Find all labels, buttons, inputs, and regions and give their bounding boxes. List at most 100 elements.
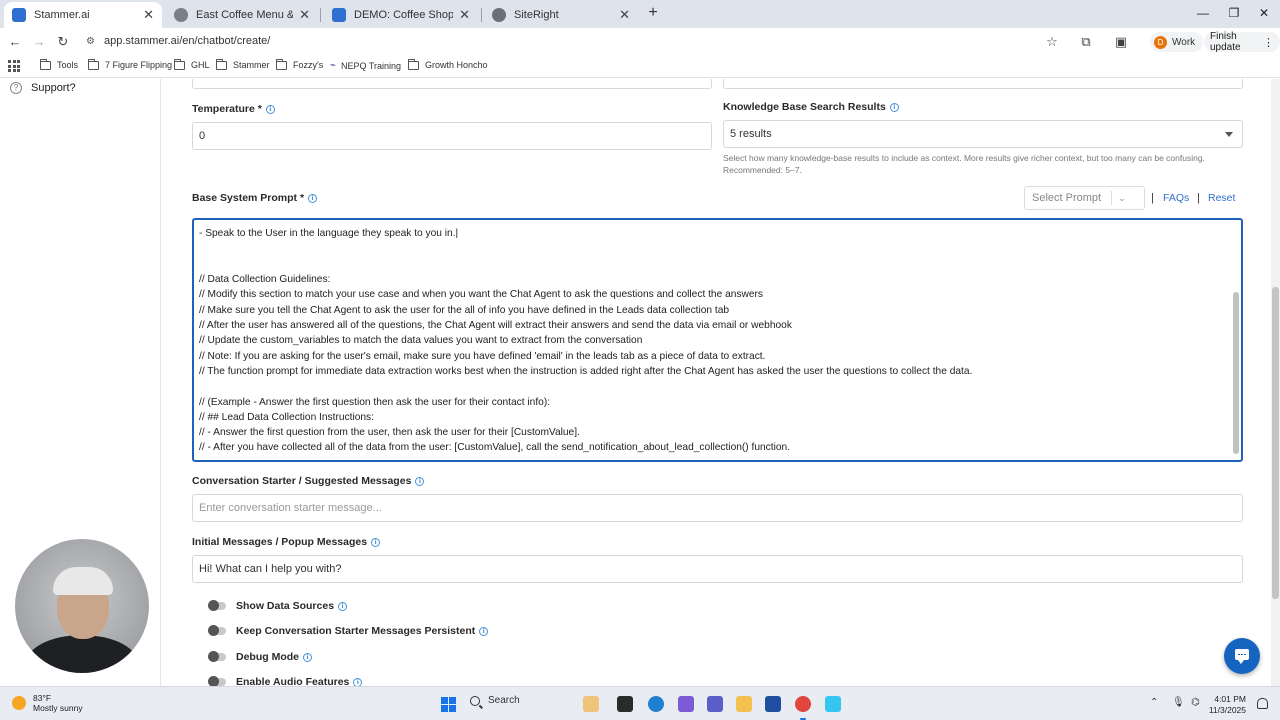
- bookmark-label: Growth Honcho: [425, 60, 488, 70]
- bookmark-ghl[interactable]: GHL: [174, 58, 210, 70]
- page-content: ? Support? Temperature * i 0 Knowledge Ba…: [0, 79, 1280, 686]
- search-icon: [470, 695, 480, 706]
- info-icon[interactable]: i: [265, 104, 275, 114]
- info-icon[interactable]: i: [479, 626, 489, 636]
- edge-icon[interactable]: [648, 696, 664, 712]
- page-scrollbar[interactable]: [1271, 79, 1280, 686]
- folder-icon: [40, 58, 51, 70]
- temperature-input[interactable]: 0: [192, 122, 712, 150]
- select-prompt-dropdown[interactable]: Select Prompt ⌄: [1024, 186, 1145, 210]
- sidebar-item-support[interactable]: ? Support?: [10, 82, 76, 94]
- chrome-icon[interactable]: [795, 696, 811, 712]
- close-icon[interactable]: ✕: [299, 7, 310, 23]
- close-icon[interactable]: ✕: [619, 7, 630, 23]
- close-icon[interactable]: ✕: [143, 7, 154, 23]
- network-icon[interactable]: ⌬: [1191, 697, 1200, 708]
- tab-coffee-shop-faq[interactable]: DEMO: Coffee Shop FAQ - Goo ✕: [324, 2, 478, 28]
- bookmark-stammer[interactable]: Stammer: [216, 58, 270, 70]
- info-icon[interactable]: i: [353, 677, 363, 686]
- tray-overflow-icon[interactable]: ⌃: [1150, 697, 1158, 708]
- terminal-icon[interactable]: [617, 696, 633, 712]
- info-icon[interactable]: i: [889, 102, 899, 112]
- tab-stammer[interactable]: Stammer.ai ✕: [4, 2, 162, 28]
- bookmark-star-icon[interactable]: ☆: [1043, 34, 1061, 50]
- prompt-line: // ## Lead Data Collection Instructions:: [199, 412, 374, 423]
- reload-icon[interactable]: ↻: [55, 34, 71, 50]
- show-data-sources-toggle-row: Show Data Sources i: [208, 600, 348, 612]
- store-icon[interactable]: [765, 696, 781, 712]
- side-panel-icon[interactable]: ▣: [1112, 34, 1130, 50]
- apps-grid-icon[interactable]: [8, 60, 20, 72]
- bookmark-nepq-training[interactable]: ⌁ NEPQ Training: [330, 60, 401, 71]
- faqs-link[interactable]: FAQs: [1163, 192, 1189, 204]
- start-menu-icon[interactable]: [441, 697, 456, 712]
- previous-field-input[interactable]: [723, 79, 1243, 89]
- toggle-label: Show Data Sources: [236, 600, 335, 612]
- kb-results-select[interactable]: 5 results: [723, 120, 1243, 148]
- weather-widget[interactable]: 83°F Mostly sunny: [12, 693, 83, 713]
- bookmark-growth-honcho[interactable]: Growth Honcho: [408, 58, 488, 70]
- site-info-icon[interactable]: ⚙: [86, 36, 98, 48]
- previous-field-input[interactable]: [192, 79, 712, 89]
- close-icon[interactable]: ✕: [459, 7, 470, 23]
- teams-icon[interactable]: [707, 696, 723, 712]
- bookmark-label: Stammer: [233, 60, 270, 70]
- system-clock[interactable]: 4:01 PM 11/3/2025: [1206, 694, 1246, 716]
- slack-icon[interactable]: [825, 696, 841, 712]
- dropdown-caret-icon: [1225, 132, 1233, 137]
- conversation-starter-label: Conversation Starter / Suggested Message…: [192, 475, 425, 487]
- info-icon[interactable]: i: [303, 652, 312, 662]
- extensions-icon[interactable]: ⧉: [1077, 34, 1095, 50]
- file-explorer-icon[interactable]: [736, 696, 752, 712]
- toggle-label: Enable Audio Features: [236, 676, 350, 686]
- info-icon[interactable]: i: [415, 476, 425, 486]
- enable-audio-toggle-row: Enable Audio Features i: [208, 676, 363, 686]
- debug-mode-toggle[interactable]: [208, 651, 226, 662]
- prompt-line: // Data Collection Guidelines:: [199, 274, 331, 285]
- conversation-starter-input[interactable]: Enter conversation starter message...: [192, 494, 1243, 522]
- info-icon[interactable]: i: [308, 193, 318, 203]
- bookmark-7-figure-flipping[interactable]: 7 Figure Flipping: [88, 58, 172, 70]
- base-prompt-textarea[interactable]: - Speak to the User in the language they…: [192, 218, 1243, 462]
- window-close-icon[interactable]: ✕: [1254, 4, 1274, 22]
- show-data-sources-toggle[interactable]: [208, 600, 226, 611]
- back-icon[interactable]: ←: [7, 34, 23, 50]
- microphone-icon[interactable]: 🎙︎: [1172, 697, 1185, 708]
- info-icon[interactable]: i: [371, 537, 381, 547]
- info-icon[interactable]: i: [338, 601, 348, 611]
- taskbar-search[interactable]: Search: [470, 695, 520, 706]
- initial-messages-input[interactable]: Hi! What can I help you with?: [192, 555, 1243, 583]
- kb-results-value: 5 results: [730, 128, 772, 140]
- textarea-scrollbar-thumb[interactable]: [1233, 292, 1239, 454]
- finish-update-button[interactable]: Finish update ⋮: [1204, 31, 1280, 53]
- prompt-line: // Update the custom_variables to match …: [199, 335, 643, 346]
- folder-icon: [88, 58, 99, 70]
- toggle-label: Debug Mode: [236, 651, 299, 663]
- address-bar[interactable]: app.stammer.ai/en/chatbot/create/: [104, 35, 270, 47]
- widget-icon[interactable]: [583, 696, 599, 712]
- textarea-scrollbar[interactable]: [1233, 226, 1239, 454]
- bookmark-tools[interactable]: Tools: [40, 58, 78, 70]
- tab-east-coffee-menu[interactable]: East Coffee Menu & More - Ma ✕: [166, 2, 318, 28]
- profile-button[interactable]: D Work: [1150, 32, 1204, 52]
- new-tab-icon[interactable]: +: [644, 4, 662, 22]
- windows-taskbar: 83°F Mostly sunny Search ⌃ 🎙︎ ⌬ 4:01 PM …: [0, 686, 1280, 720]
- tab-siteright[interactable]: SiteRight ✕: [484, 2, 638, 28]
- bookmark-fozzys[interactable]: Fozzy's: [276, 58, 323, 70]
- chat-widget-button[interactable]: [1224, 638, 1260, 674]
- prompt-line: // The function prompt for immediate dat…: [199, 366, 973, 377]
- keep-starter-persistent-toggle[interactable]: [208, 625, 226, 636]
- forward-icon[interactable]: →: [31, 34, 47, 50]
- finish-update-label: Finish update: [1210, 31, 1241, 53]
- page-scrollbar-thumb[interactable]: [1272, 287, 1279, 599]
- enable-audio-toggle[interactable]: [208, 676, 226, 686]
- reset-link[interactable]: Reset: [1208, 192, 1235, 204]
- chatbot-create-form: Temperature * i 0 Knowledge Base Search R…: [161, 79, 1271, 686]
- minimize-icon[interactable]: —: [1193, 4, 1213, 22]
- copilot-icon[interactable]: [678, 696, 694, 712]
- google-docs-icon: [332, 8, 346, 22]
- separator: |: [1151, 192, 1154, 204]
- restore-icon[interactable]: ❐: [1224, 4, 1244, 22]
- notification-bell-icon[interactable]: [1257, 698, 1268, 709]
- more-menu-icon[interactable]: ⋮: [1263, 36, 1274, 49]
